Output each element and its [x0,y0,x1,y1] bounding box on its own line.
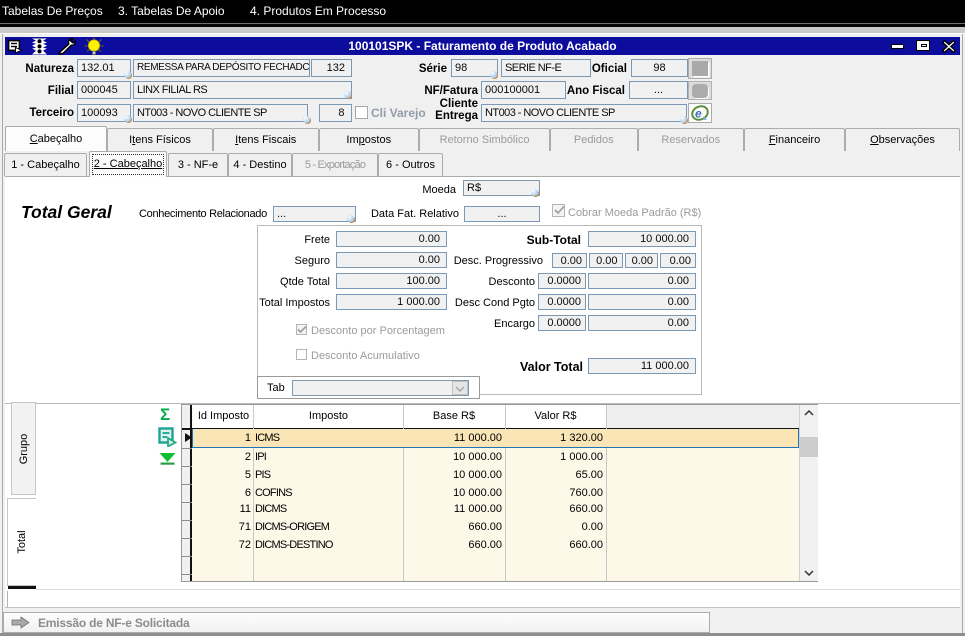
svg-text:e: e [695,106,702,120]
